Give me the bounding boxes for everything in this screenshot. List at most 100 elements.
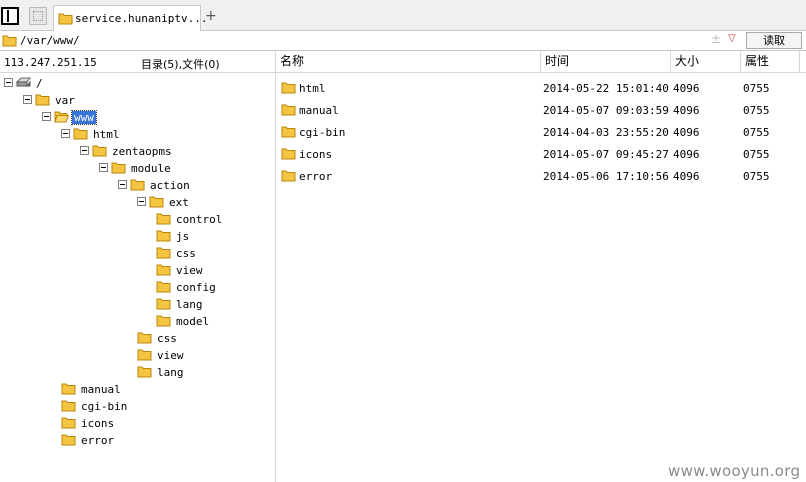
table-row[interactable]: manual 2014-05-07 09:03:59 4096 0755 — [276, 99, 806, 121]
file-size: 4096 — [673, 170, 700, 183]
collapse-toggle[interactable] — [80, 146, 89, 155]
folder-icon — [156, 230, 171, 242]
file-name: manual — [299, 104, 339, 117]
tree-node-label: config — [176, 281, 216, 294]
tree-node-label: www — [71, 110, 97, 125]
chevron-down-icon[interactable]: ▽ — [728, 33, 736, 44]
tree-node-label: js — [176, 230, 190, 243]
tree-node-label: control — [176, 213, 223, 226]
collapse-toggle[interactable] — [118, 180, 127, 189]
folder-icon — [92, 145, 107, 157]
table-row[interactable]: html 2014-05-22 15:01:40 4096 0755 — [276, 77, 806, 99]
folder-icon — [137, 349, 152, 361]
folder-icon — [61, 417, 76, 429]
tree-node-label: cgi-bin — [81, 400, 128, 413]
folder-icon — [156, 264, 171, 276]
tree-node-label: error — [81, 434, 115, 447]
column-perm[interactable]: 属性 — [740, 51, 800, 72]
tree-node-label: manual — [81, 383, 121, 396]
tree-node-label: html — [93, 128, 120, 141]
file-size: 4096 — [673, 126, 700, 139]
file-list-header: 名称 时间 大小 属性 — [276, 51, 806, 73]
file-perm: 0755 — [743, 170, 770, 183]
item-counts: 目录(5),文件(0) — [141, 58, 220, 71]
file-perm: 0755 — [743, 126, 770, 139]
folder-icon — [281, 104, 296, 116]
folder-icon — [2, 35, 17, 47]
collapse-toggle[interactable] — [42, 112, 51, 121]
folder-icon — [111, 162, 126, 174]
panel-toggle-button[interactable] — [1, 7, 19, 25]
collapse-toggle[interactable] — [137, 197, 146, 206]
column-time[interactable]: 时间 — [540, 51, 670, 72]
folder-icon — [58, 13, 73, 25]
tree-node-label: lang — [157, 366, 184, 379]
tree-node-label: module — [131, 162, 171, 175]
file-size: 4096 — [673, 82, 700, 95]
folder-icon — [156, 315, 171, 327]
folder-icon — [156, 247, 171, 259]
column-name[interactable]: 名称 — [276, 51, 540, 72]
new-tab-button[interactable]: + — [205, 8, 217, 24]
tree-node-label: css — [157, 332, 177, 345]
collapse-toggle[interactable] — [4, 78, 13, 87]
file-size: 4096 — [673, 148, 700, 161]
folder-icon — [61, 434, 76, 446]
folder-icon — [281, 82, 296, 94]
folder-icon — [281, 170, 296, 182]
folder-icon — [130, 179, 145, 191]
tree-node-label: model — [176, 315, 210, 328]
table-row[interactable]: error 2014-05-06 17:10:56 4096 0755 — [276, 165, 806, 187]
file-list-pane: 名称 时间 大小 属性 html 2014-05-22 15:01:40 4096 0… — [276, 51, 806, 482]
file-time: 2014-05-22 15:01:40 — [543, 82, 669, 95]
table-row[interactable]: icons 2014-05-07 09:45:27 4096 0755 — [276, 143, 806, 165]
collapse-toggle[interactable] — [61, 129, 70, 138]
folder-icon — [35, 94, 50, 106]
tree-node-label: ext — [169, 196, 189, 209]
folder-icon — [281, 126, 296, 138]
folder-icon — [137, 332, 152, 344]
folder-icon — [61, 383, 76, 395]
folder-icon — [149, 196, 164, 208]
drive-icon — [15, 77, 31, 87]
address-bar: /var/www/ ± ▽ 读取 — [0, 31, 806, 51]
read-button[interactable]: 读取 — [746, 32, 802, 49]
folder-icon — [73, 128, 88, 140]
file-name: html — [299, 82, 326, 95]
file-time: 2014-05-07 09:03:59 — [543, 104, 669, 117]
file-perm: 0755 — [743, 104, 770, 117]
directory-tree-pane: 113.247.251.15 目录(5),文件(0) / var www html ze… — [0, 51, 276, 482]
file-time: 2014-05-07 09:45:27 — [543, 148, 669, 161]
tree-node-label: lang — [176, 298, 203, 311]
file-perm: 0755 — [743, 148, 770, 161]
tree-node-label: action — [150, 179, 190, 192]
tab-list-button[interactable] — [29, 7, 47, 25]
folder-icon — [156, 281, 171, 293]
tree-node-label: zentaopms — [112, 145, 172, 158]
file-name: error — [299, 170, 333, 183]
server-ip: 113.247.251.15 — [4, 56, 97, 69]
tab-bar: service.hunaniptv... + — [0, 0, 806, 31]
tab-service[interactable]: service.hunaniptv... — [53, 5, 207, 31]
tree-node-label: view — [176, 264, 203, 277]
collapse-toggle[interactable] — [99, 163, 108, 172]
folder-open-icon — [54, 111, 69, 123]
table-row[interactable]: cgi-bin 2014-04-03 23:55:20 4096 0755 — [276, 121, 806, 143]
tree-node-label: var — [55, 94, 75, 107]
folder-icon — [156, 298, 171, 310]
collapse-toggle[interactable] — [23, 95, 32, 104]
tab-title: service.hunaniptv... — [75, 12, 208, 25]
file-size: 4096 — [673, 104, 700, 117]
path-input[interactable]: /var/www/ — [20, 34, 80, 47]
file-time: 2014-05-06 17:10:56 — [543, 170, 669, 183]
tree-node-label: css — [176, 247, 196, 260]
file-name: cgi-bin — [299, 126, 346, 139]
tree-node-label: / — [36, 77, 43, 90]
tree-node-label: view — [157, 349, 184, 362]
tree-header: 113.247.251.15 目录(5),文件(0) — [0, 51, 275, 73]
tree-node-label: icons — [81, 417, 115, 430]
column-size[interactable]: 大小 — [670, 51, 740, 72]
watermark: www.wooyun.org — [668, 462, 801, 480]
folder-icon — [61, 400, 76, 412]
plusminus-icon[interactable]: ± — [711, 32, 721, 46]
